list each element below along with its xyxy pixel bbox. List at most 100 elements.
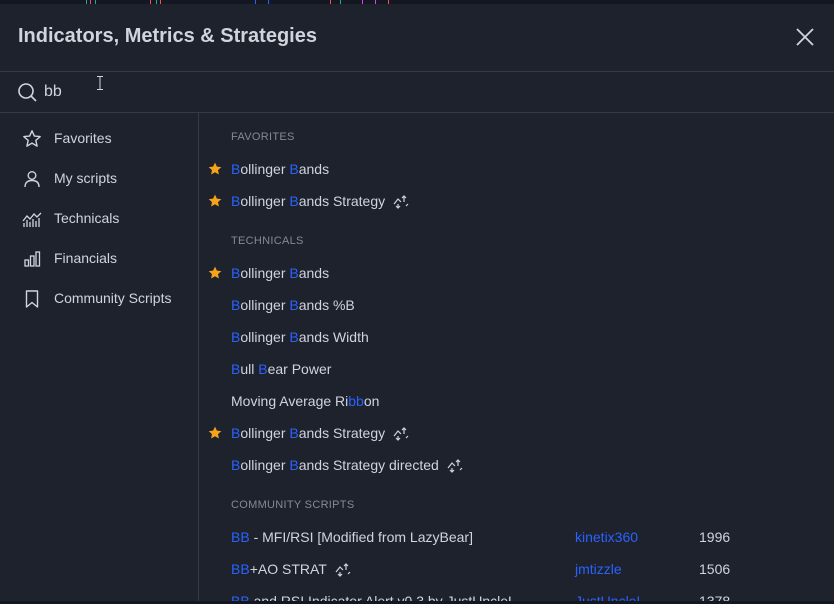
name-text: ollinger [240, 193, 290, 209]
search-input[interactable] [44, 80, 744, 104]
name-text: - MFI/RSI [Modified from LazyBear] [249, 529, 473, 545]
list-item[interactable]: Bollinger Bands Strategy directed [199, 449, 834, 481]
text-cursor-icon [97, 76, 103, 90]
search-match: B [289, 297, 299, 313]
sidebar-item-label: My scripts [54, 170, 117, 186]
user-icon [24, 171, 40, 188]
name-text: ear Power [267, 361, 332, 377]
search-match: B [289, 425, 299, 441]
dialog-title: Indicators, Metrics & Strategies [18, 25, 317, 47]
name-text: ull [240, 361, 259, 377]
list-item-name: Bollinger Bands [231, 161, 329, 177]
name-text: ollinger [240, 457, 290, 473]
name-text: ollinger [240, 329, 290, 345]
search-icon [18, 83, 37, 102]
list-item[interactable]: Bull Bear Power [199, 353, 834, 385]
author-link[interactable]: jmtizzle [575, 561, 622, 577]
sidebar-item-favorites[interactable]: Favorites [0, 119, 198, 159]
search-match: B [231, 265, 241, 281]
search-match: B [289, 161, 299, 177]
name-text: ollinger [240, 425, 290, 441]
name-text: on [363, 393, 380, 409]
search-match: B [231, 193, 241, 209]
name-text: +AO STRAT [249, 561, 327, 577]
search-match: B [289, 457, 299, 473]
results-list: FAVORITES Bollinger Bands Bollinger Bands… [199, 113, 834, 604]
name-text: ands [298, 161, 330, 177]
search-match: BB [231, 561, 250, 577]
list-item[interactable]: Bollinger Bands Strategy [199, 185, 834, 217]
name-text: ands Width [298, 329, 369, 345]
search-bar [0, 72, 834, 112]
search-match: B [231, 297, 241, 313]
name-text: ands [298, 265, 330, 281]
sidebar-item-label: Favorites [54, 130, 112, 146]
search-match: BB [231, 529, 250, 545]
list-item-name: Bollinger Bands [231, 265, 329, 281]
list-item[interactable]: Bollinger Bands Strategy [199, 417, 834, 449]
dialog-header: Indicators, Metrics & Strategies [0, 4, 834, 71]
category-sidebar: Favorites My scripts Technicals Financia… [0, 113, 199, 604]
strategy-icon [447, 459, 463, 473]
sidebar-item-label: Community Scripts [54, 290, 172, 306]
list-item[interactable]: Bollinger Bands [199, 257, 834, 289]
likes-count: 1506 [699, 561, 731, 577]
list-item-name: BB+AO STRAT [231, 561, 351, 577]
search-match: B [231, 425, 241, 441]
sidebar-item-label: Technicals [54, 210, 120, 226]
search-match: B [289, 329, 299, 345]
section-heading-favorites: FAVORITES [231, 131, 295, 143]
favorite-star-icon[interactable] [208, 266, 222, 280]
name-text: ollinger [240, 297, 290, 313]
strategy-icon [335, 563, 351, 577]
name-text: Moving Average Ri [231, 393, 349, 409]
list-item-name: Bollinger Bands Strategy [231, 425, 409, 441]
likes-count: 1996 [699, 529, 731, 545]
strategy-icon [393, 427, 409, 441]
author-link[interactable]: kinetix360 [575, 529, 638, 545]
search-match: B [289, 193, 299, 209]
list-item[interactable]: Bollinger Bands Width [199, 321, 834, 353]
search-match: bb [348, 393, 364, 409]
sidebar-item-technicals[interactable]: Technicals [0, 199, 198, 239]
list-item-name: Bollinger Bands Width [231, 329, 369, 345]
list-item-name: Bollinger Bands Strategy directed [231, 457, 463, 473]
search-match: B [231, 329, 241, 345]
bookmark-icon [25, 290, 39, 308]
list-item[interactable]: BB+AO STRAT jmtizzle 1506 [199, 553, 834, 585]
technicals-chart-icon [22, 212, 42, 227]
list-item-name: BB - MFI/RSI [Modified from LazyBear] [231, 529, 473, 545]
search-match: B [231, 457, 241, 473]
section-heading-technicals: TECHNICALS [231, 235, 304, 247]
search-match: B [258, 361, 268, 377]
favorite-star-icon[interactable] [208, 194, 222, 208]
name-text: ollinger [240, 265, 290, 281]
search-match: B [231, 361, 241, 377]
sidebar-item-financials[interactable]: Financials [0, 239, 198, 279]
list-item[interactable]: Moving Average Ribbon [199, 385, 834, 417]
name-text: ollinger [240, 161, 290, 177]
bar-chart-icon [24, 251, 41, 267]
favorite-star-icon[interactable] [208, 162, 222, 176]
name-text: ands Strategy directed [298, 457, 439, 473]
list-item-name: Bollinger Bands Strategy [231, 193, 409, 209]
star-outline-icon [23, 130, 41, 147]
list-item[interactable]: BB - MFI/RSI [Modified from LazyBear] kin… [199, 521, 834, 553]
list-item[interactable]: Bollinger Bands [199, 153, 834, 185]
strategy-icon [393, 195, 409, 209]
list-item[interactable]: Bollinger Bands %B [199, 289, 834, 321]
list-item-name: Bollinger Bands %B [231, 297, 355, 313]
sidebar-item-community-scripts[interactable]: Community Scripts [0, 279, 198, 319]
section-heading-community-scripts: COMMUNITY SCRIPTS [231, 499, 355, 511]
search-match: B [289, 265, 299, 281]
list-item-name: Bull Bear Power [231, 361, 331, 377]
list-item-name: Moving Average Ribbon [231, 393, 379, 409]
search-match: B [231, 161, 241, 177]
sidebar-item-label: Financials [54, 250, 118, 266]
name-text: ands Strategy [298, 425, 386, 441]
name-text: ands %B [298, 297, 355, 313]
favorite-star-icon[interactable] [208, 426, 222, 440]
sidebar-item-my-scripts[interactable]: My scripts [0, 159, 198, 199]
name-text: ands Strategy [298, 193, 386, 209]
close-icon[interactable] [794, 26, 816, 48]
